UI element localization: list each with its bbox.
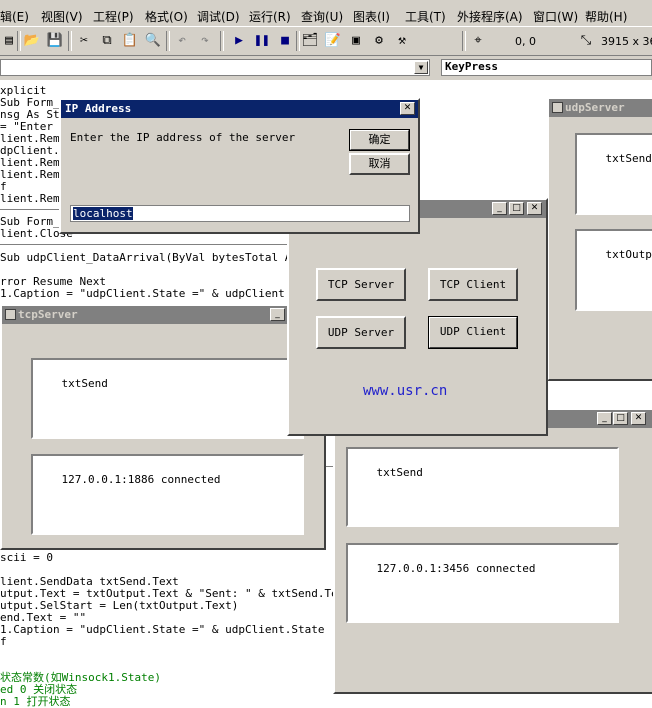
udp-server-button[interactable]: UDP Server	[316, 316, 406, 349]
copy-icon[interactable]: ⧉	[98, 32, 116, 50]
maximize-icon[interactable]: □	[509, 202, 524, 215]
stop-icon[interactable]: ■	[276, 32, 294, 50]
redo-icon[interactable]: ↷	[196, 32, 214, 50]
udp-client-output-text: 127.0.0.1:3456 connected	[377, 562, 536, 575]
code-line: 1.Caption = "udpClient.State =" & udpCli…	[0, 624, 325, 636]
udp-server-output-text: txtOutput	[606, 248, 652, 261]
close-icon[interactable]: ✕	[400, 102, 415, 115]
tcp-server-button[interactable]: TCP Server	[316, 268, 406, 301]
code-line: 1.Caption = "udpClient.State =" & udpCli…	[0, 288, 318, 300]
code-line: Sub udpClient_DataArrival(ByVal bytesTot…	[0, 252, 318, 264]
cancel-button[interactable]: 取消	[349, 153, 410, 175]
procedure-combo[interactable]: KeyPress	[441, 59, 652, 76]
tcp-client-button[interactable]: TCP Client	[428, 268, 518, 301]
menu-editor-icon[interactable]: ▤	[0, 32, 18, 50]
form-icon	[552, 102, 563, 113]
find-icon[interactable]: 🔍	[144, 32, 162, 50]
menu-help[interactable]: 帮助(H)	[585, 8, 627, 25]
menu-diagram[interactable]: 图表(I)	[353, 8, 390, 25]
cut-icon[interactable]: ✂	[75, 32, 93, 50]
project-explorer-icon[interactable]: 🗂	[301, 32, 319, 50]
menu-edit[interactable]: 辑(E)	[0, 8, 29, 25]
udp-client-send-box[interactable]: txtSend	[346, 447, 619, 527]
menu-addins[interactable]: 外接程序(A)	[457, 8, 523, 25]
menu-bar: 辑(E) 视图(V) 工程(P) 格式(O) 调试(D) 运行(R) 查询(U)…	[0, 0, 652, 27]
properties-icon[interactable]: 📝	[324, 32, 342, 50]
menu-debug[interactable]: 调试(D)	[197, 8, 240, 25]
code-line: f	[0, 636, 7, 648]
ip-dialog-title: IP Address	[65, 102, 131, 115]
code-line: lient.Remo	[0, 169, 66, 181]
code-combo-bar: ▼ KeyPress	[0, 56, 652, 80]
udp-client-output-box[interactable]: 127.0.0.1:3456 connected	[346, 543, 619, 623]
menu-query[interactable]: 查询(U)	[301, 8, 343, 25]
tcp-server-send-box[interactable]: txtSend	[31, 358, 304, 439]
toolbar-separator	[68, 31, 72, 51]
toolbar-separator	[220, 31, 224, 51]
paste-icon[interactable]: 📋	[121, 32, 139, 50]
toolbar-separator	[166, 31, 170, 51]
tcp-server-form[interactable]: tcpServer _ txtSend 127.0.0.1:1886 conne…	[0, 304, 326, 550]
menu-project[interactable]: 工程(P)	[93, 8, 134, 25]
ip-input[interactable]: localhost	[70, 205, 410, 222]
form-layout-icon[interactable]: ▣	[347, 32, 365, 50]
maximize-icon[interactable]: □	[613, 412, 628, 425]
form-icon	[5, 309, 16, 320]
procedure-combo-value: KeyPress	[445, 60, 498, 73]
minimize-icon[interactable]: _	[597, 412, 612, 425]
tcp-server-output-box[interactable]: 127.0.0.1:1886 connected	[31, 454, 304, 535]
udp-server-title: udpServer	[565, 101, 625, 114]
position-readout: 0, 0	[515, 35, 536, 48]
chevron-down-icon[interactable]: ▼	[414, 61, 428, 74]
menu-window[interactable]: 窗口(W)	[533, 8, 578, 25]
toolbar-separator	[462, 31, 466, 51]
object-browser-icon[interactable]: ⚙	[370, 32, 388, 50]
close-icon[interactable]: ✕	[631, 412, 646, 425]
close-icon[interactable]: ✕	[527, 202, 542, 215]
menu-run[interactable]: 运行(R)	[249, 8, 291, 25]
udp-server-send-box[interactable]: txtSend	[575, 133, 652, 215]
menu-format[interactable]: 格式(O)	[145, 8, 188, 25]
save-icon[interactable]: 💾	[46, 32, 64, 50]
ip-dialog-titlebar[interactable]: IP Address	[61, 100, 418, 118]
open-icon[interactable]: 📂	[23, 32, 41, 50]
toolbox-icon[interactable]: ⚒	[393, 32, 411, 50]
menu-tools[interactable]: 工具(T)	[405, 8, 446, 25]
tcp-server-title: tcpServer	[18, 308, 78, 321]
position-icon: ⌖	[469, 32, 487, 50]
size-icon: ⤡	[577, 32, 595, 50]
code-line: lient.Remo	[0, 193, 66, 205]
object-combo[interactable]: ▼	[0, 59, 430, 76]
tcp-server-send-text: txtSend	[62, 377, 108, 390]
run-icon[interactable]: ▶	[230, 32, 248, 50]
toolbar-separator	[296, 31, 300, 51]
menu-view[interactable]: 视图(V)	[41, 8, 83, 25]
website-link[interactable]: www.usr.cn	[363, 383, 447, 399]
comment-line: n 1 打开状态	[0, 696, 71, 708]
pause-icon[interactable]: ❚❚	[253, 32, 271, 50]
ok-button[interactable]: 确定	[349, 129, 410, 151]
ip-address-dialog[interactable]: IP Address ✕ Enter the IP address of the…	[59, 98, 420, 234]
undo-icon[interactable]: ↶	[173, 32, 191, 50]
ip-input-value: localhost	[73, 207, 133, 220]
ip-dialog-prompt: Enter the IP address of the server	[70, 131, 295, 144]
code-line: scii = 0	[0, 552, 53, 564]
udp-client-button[interactable]: UDP Client	[428, 316, 518, 349]
tcp-server-output-text: 127.0.0.1:1886 connected	[62, 473, 221, 486]
udp-server-form[interactable]: udpServer txtSend txtOutput	[547, 97, 652, 381]
udp-client-form[interactable]: _ □ ✕ txtSend 127.0.0.1:3456 connected	[333, 408, 652, 694]
udp-server-send-text: txtSend	[606, 152, 652, 165]
udp-client-send-text: txtSend	[377, 466, 423, 479]
udp-server-titlebar[interactable]: udpServer	[549, 99, 652, 117]
minimize-icon[interactable]: _	[492, 202, 507, 215]
toolbar-separator	[17, 31, 21, 51]
minimize-icon[interactable]: _	[270, 308, 285, 321]
size-readout: 3915 x 36	[601, 35, 652, 48]
toolbar: ▤ 📂 💾 ✂ ⧉ 📋 🔍 ↶ ↷ ▶ ❚❚ ■ 🗂 📝 ▣ ⚙ ⚒ ⌖ 0, …	[0, 27, 652, 56]
udp-server-output-box[interactable]: txtOutput	[575, 229, 652, 311]
